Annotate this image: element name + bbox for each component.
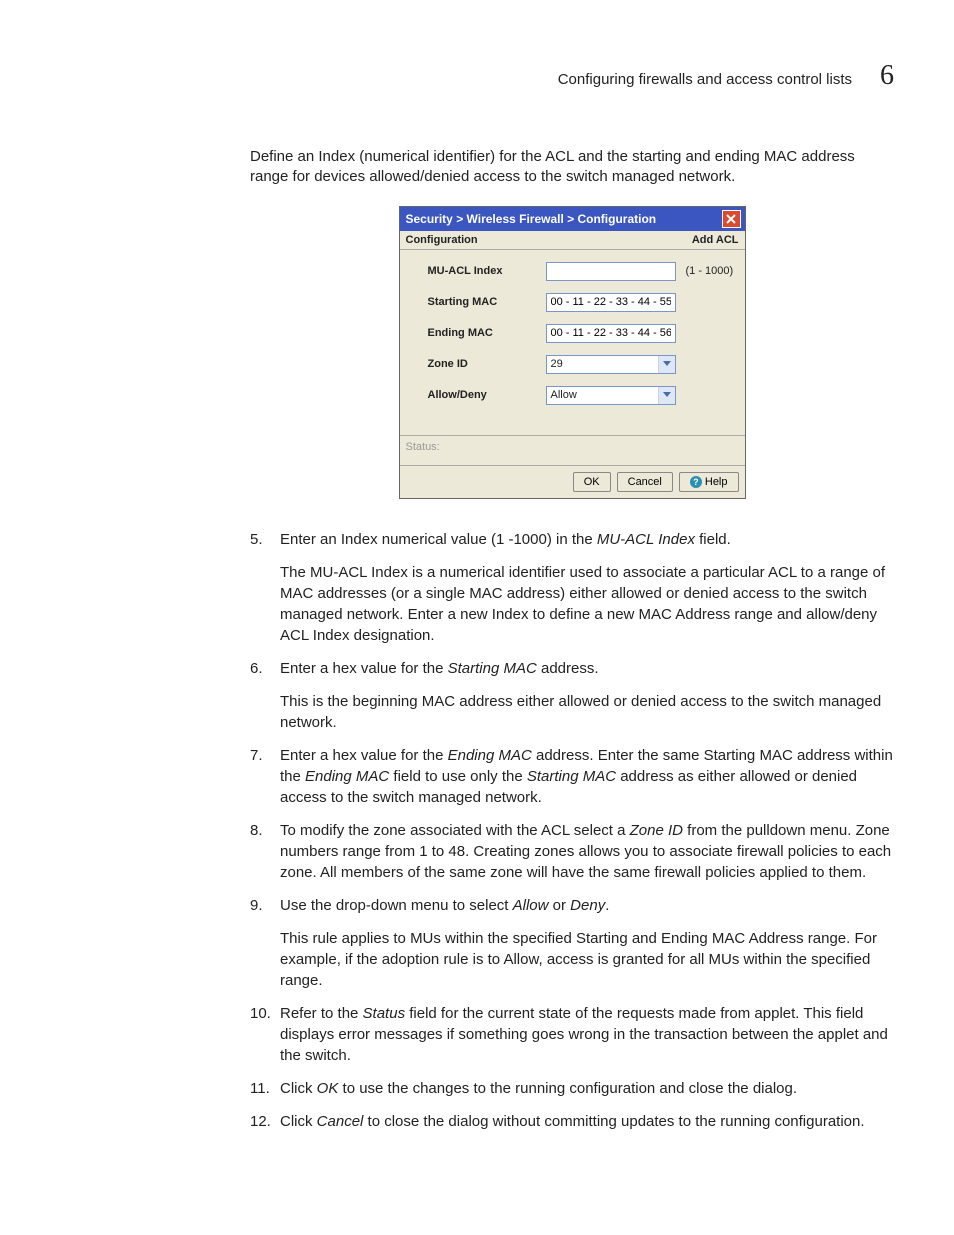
step-5: 5. Enter an Index numerical value (1 -10… <box>250 529 894 646</box>
configuration-label: Configuration <box>406 234 478 246</box>
help-icon: ? <box>690 476 702 488</box>
allow-deny-select[interactable]: Allow <box>546 386 676 405</box>
add-acl-label: Add ACL <box>692 234 739 246</box>
page-header: Configuring firewalls and access control… <box>60 60 894 92</box>
chapter-number: 6 <box>880 60 894 92</box>
intro-paragraph: Define an Index (numerical identifier) f… <box>250 147 894 188</box>
mu-acl-index-label: MU-ACL Index <box>406 265 546 277</box>
step-8: 8. To modify the zone associated with th… <box>250 820 894 883</box>
step-6: 6. Enter a hex value for the Starting MA… <box>250 658 894 733</box>
dialog-titlebar: Security > Wireless Firewall > Configura… <box>400 207 745 231</box>
mu-acl-index-input[interactable] <box>546 262 676 281</box>
status-label: Status: <box>406 441 440 453</box>
zone-id-value: 29 <box>551 358 563 370</box>
starting-mac-label: Starting MAC <box>406 296 546 308</box>
ending-mac-input[interactable] <box>546 324 676 343</box>
dialog-subheader: Configuration Add ACL <box>400 231 745 250</box>
chevron-down-icon <box>658 387 675 404</box>
step-11: 11. Click OK to use the changes to the r… <box>250 1078 894 1099</box>
step-12: 12. Click Cancel to close the dialog wit… <box>250 1111 894 1132</box>
steps-list: 5. Enter an Index numerical value (1 -10… <box>250 529 894 1132</box>
ok-button[interactable]: OK <box>573 472 611 492</box>
close-icon[interactable] <box>722 210 741 228</box>
step-7: 7. Enter a hex value for the Ending MAC … <box>250 745 894 808</box>
allow-deny-label: Allow/Deny <box>406 389 546 401</box>
step-10: 10. Refer to the Status field for the cu… <box>250 1003 894 1066</box>
mu-acl-index-hint: (1 - 1000) <box>686 265 734 277</box>
zone-id-label: Zone ID <box>406 358 546 370</box>
step-9: 9. Use the drop-down menu to select Allo… <box>250 895 894 991</box>
starting-mac-input[interactable] <box>546 293 676 312</box>
cancel-button[interactable]: Cancel <box>617 472 673 492</box>
chevron-down-icon <box>658 356 675 373</box>
header-title: Configuring firewalls and access control… <box>558 71 852 88</box>
status-row: Status: <box>400 435 745 465</box>
dialog-title: Security > Wireless Firewall > Configura… <box>406 212 657 226</box>
zone-id-select[interactable]: 29 <box>546 355 676 374</box>
ending-mac-label: Ending MAC <box>406 327 546 339</box>
add-acl-dialog: Security > Wireless Firewall > Configura… <box>399 206 746 499</box>
help-button[interactable]: ? Help <box>679 472 739 492</box>
allow-deny-value: Allow <box>551 389 577 401</box>
